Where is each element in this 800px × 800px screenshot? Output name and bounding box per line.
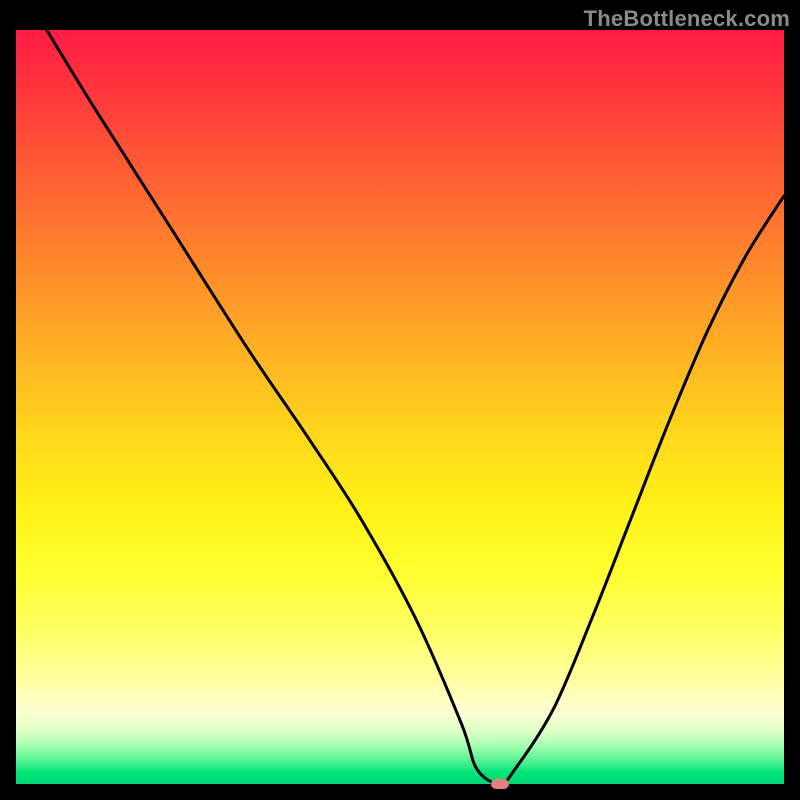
watermark-text: TheBottleneck.com	[584, 6, 790, 32]
plot-area	[16, 30, 784, 784]
optimal-marker	[491, 779, 509, 789]
chart-frame: TheBottleneck.com	[0, 0, 800, 800]
curve-path	[47, 30, 784, 784]
bottleneck-curve	[16, 30, 784, 784]
